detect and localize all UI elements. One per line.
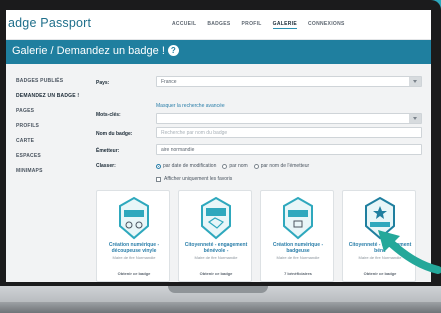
- pays-select[interactable]: France: [156, 76, 422, 87]
- issuer-input[interactable]: aire normandie: [156, 144, 422, 155]
- chevron-down-icon: [409, 77, 421, 86]
- sort-option-issuer[interactable]: par nom de l'émetteur: [253, 163, 310, 169]
- badge-emblem-icon: [283, 196, 313, 240]
- checkbox-icon: [156, 176, 161, 182]
- sort-options: par date de modification par nom par nom…: [156, 163, 315, 169]
- advanced-search-toggle-link[interactable]: Masquer la recherche avancée: [156, 103, 225, 109]
- badge-title[interactable]: Citoyenneté - engagement bénévole -: [181, 242, 251, 254]
- pays-label: Pays:: [96, 80, 110, 86]
- sidebar-item-profils[interactable]: PROFILS: [16, 123, 39, 129]
- keyword-input[interactable]: [156, 113, 422, 124]
- badge-issuer: Maire de fire Normandie: [276, 255, 320, 260]
- gallery-sidebar: BADGES PUBLIÉS DEMANDEZ UN BADGE ! PAGES…: [6, 64, 86, 282]
- browser-screen: adge Passport ACCUEIL BADGES PROFIL GALE…: [6, 10, 431, 282]
- badge-issuer: Maire de fire Normandie: [112, 255, 156, 260]
- nav-accueil[interactable]: ACCUEIL: [172, 21, 196, 29]
- laptop-notch: [168, 286, 268, 293]
- badge-issuer: Maire de fire Normandie: [194, 255, 238, 260]
- sidebar-item-pages[interactable]: PAGES: [16, 108, 34, 114]
- badge-footer[interactable]: Obtenir ce badge: [99, 271, 169, 276]
- sidebar-item-espaces[interactable]: ESPACES: [16, 153, 41, 159]
- badge-card[interactable]: Citoyenneté - engagement bénévole - Mair…: [178, 190, 252, 282]
- keyword-label: Mots-clés:: [96, 112, 121, 118]
- badge-emblem-icon: [201, 196, 231, 240]
- top-navigation: ACCUEIL BADGES PROFIL GALERIE CONNEXIONS: [172, 21, 356, 29]
- site-header: adge Passport ACCUEIL BADGES PROFIL GALE…: [6, 10, 431, 40]
- badge-card[interactable]: Création numérique - badgeuse Maire de f…: [260, 190, 334, 282]
- sidebar-item-carte[interactable]: CARTE: [16, 138, 34, 144]
- sort-option-date-label: par date de modification: [163, 163, 217, 169]
- badge-title[interactable]: Création numérique - badgeuse: [263, 242, 333, 254]
- pointer-arrow-icon: [378, 230, 441, 274]
- site-logo[interactable]: adge Passport: [8, 16, 91, 30]
- badge-footer[interactable]: Obtenir ce badge: [181, 271, 251, 276]
- radio-icon: [253, 163, 259, 169]
- badge-name-label: Nom du badge:: [96, 131, 133, 137]
- badge-footer: 7 bénéficiaires: [284, 271, 312, 276]
- nav-galerie[interactable]: GALERIE: [272, 21, 297, 29]
- page-title-bar: Galerie / Demandez un badge !?: [6, 40, 431, 64]
- sort-option-name[interactable]: par nom: [222, 163, 248, 169]
- page-title-text: Galerie / Demandez un badge !: [12, 45, 165, 57]
- pays-value: France: [161, 79, 177, 85]
- sidebar-item-badges-publies[interactable]: BADGES PUBLIÉS: [16, 78, 63, 84]
- sort-label: Classer:: [96, 163, 116, 169]
- chevron-down-icon: [409, 114, 421, 123]
- nav-badges[interactable]: BADGES: [207, 21, 230, 29]
- sidebar-item-minimaps[interactable]: MINIMAPS: [16, 168, 43, 174]
- help-icon[interactable]: ?: [167, 45, 179, 56]
- nav-profil[interactable]: PROFIL: [242, 21, 262, 29]
- sort-option-name-label: par nom: [229, 163, 248, 169]
- laptop-base-shadow: [0, 302, 441, 313]
- page-title: Galerie / Demandez un badge !?: [12, 45, 179, 57]
- badge-title[interactable]: Création numérique - découpeuse vinyle: [99, 242, 169, 254]
- badge-card[interactable]: Création numérique - découpeuse vinyle M…: [96, 190, 170, 282]
- badge-name-input[interactable]: Recherche par nom du badge: [156, 127, 422, 138]
- radio-icon: [222, 163, 228, 169]
- issuer-label: Émetteur:: [96, 148, 120, 154]
- favorites-toggle[interactable]: Afficher uniquement les favoris: [156, 176, 232, 182]
- badge-emblem-icon: [119, 196, 149, 240]
- sidebar-item-demandez-un-badge[interactable]: DEMANDEZ UN BADGE !: [16, 93, 79, 99]
- sort-option-issuer-label: par nom de l'émetteur: [260, 163, 310, 169]
- radio-selected-icon: [156, 163, 161, 169]
- favorites-label: Afficher uniquement les favoris: [164, 176, 233, 182]
- nav-connexions[interactable]: CONNEXIONS: [308, 21, 345, 29]
- sort-option-date[interactable]: par date de modification: [156, 163, 216, 169]
